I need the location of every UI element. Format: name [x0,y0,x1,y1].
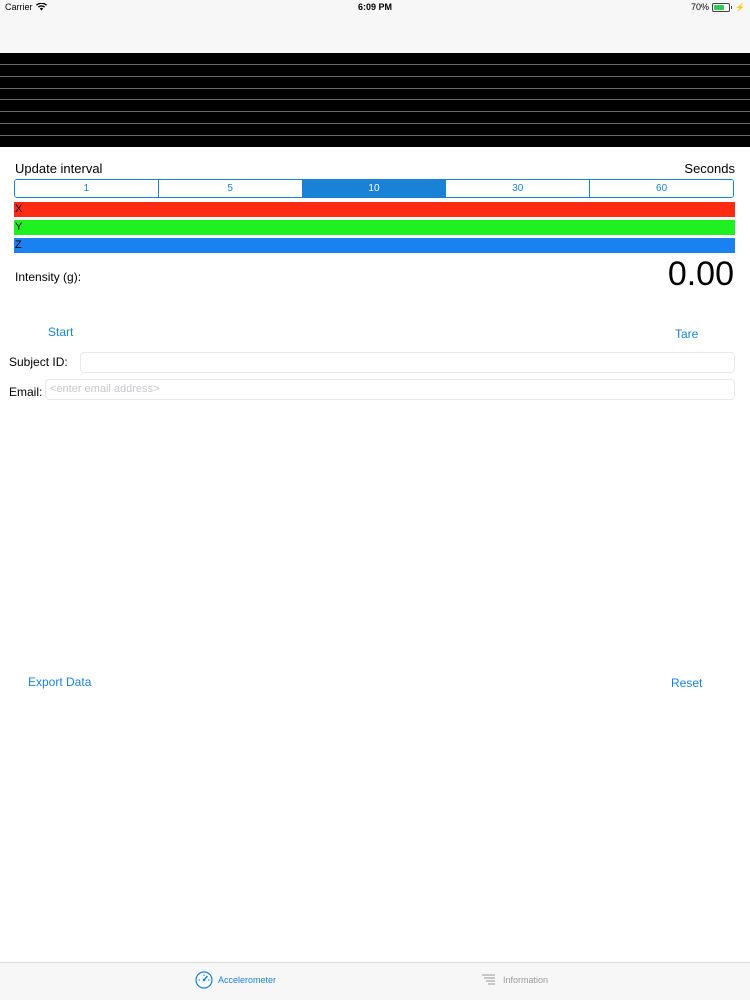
update-interval-label: Update interval [15,161,103,176]
intensity-value: 0.00 [667,255,734,293]
y-axis-bar: Y [14,220,735,235]
interval-option-30[interactable]: 30 [446,180,591,197]
graph-gridline [0,99,750,100]
tab-accelerometer-label: Accelerometer [218,975,277,985]
interval-option-10[interactable]: 10 [302,180,447,197]
graph-gridline [0,111,750,112]
battery-tip [731,5,733,9]
lines-icon [482,974,495,985]
seconds-label: Seconds [684,161,735,176]
battery-percent: 70% [691,2,710,12]
z-axis-bar: Z [14,238,735,253]
subject-id-input[interactable] [80,352,735,373]
interval-option-5[interactable]: 5 [158,180,303,197]
interval-option-1[interactable]: 1 [15,180,159,197]
export-data-button[interactable]: Export Data [28,675,91,689]
graph-gridline [0,64,750,65]
battery-level [714,4,725,10]
tab-information-label: Information [503,975,549,985]
reset-button[interactable]: Reset [671,676,702,690]
graph-gridline [0,88,750,89]
navigation-bar [0,16,750,53]
tab-accelerometer[interactable]: Accelerometer [195,971,276,989]
speedometer-icon [195,971,213,989]
update-interval-segmented-control: 1 5 10 30 60 [14,179,734,198]
graph-gridline [0,123,750,124]
battery-icon [712,2,731,12]
interval-option-60[interactable]: 60 [590,180,733,197]
tab-information[interactable]: Information [480,971,548,989]
charging-bolt-icon: ⚡ [735,2,745,12]
subject-id-label: Subject ID: [9,355,68,369]
status-bar: Carrier 6:09 PM 70% ⚡ [0,0,750,16]
intensity-label: Intensity (g): [15,270,82,284]
x-axis-bar: X [14,202,735,217]
tab-bar: Accelerometer Information [0,962,750,1000]
status-right: 70% ⚡ [691,2,745,12]
clock: 6:09 PM [357,2,392,12]
graph-gridline [0,76,750,77]
email-input[interactable]: <enter email address> [45,379,735,400]
start-button[interactable]: Start [48,325,73,339]
graph-gridline [0,135,750,136]
tare-button[interactable]: Tare [675,327,698,341]
acceleration-graph [0,53,750,147]
email-label: Email: [9,385,43,399]
